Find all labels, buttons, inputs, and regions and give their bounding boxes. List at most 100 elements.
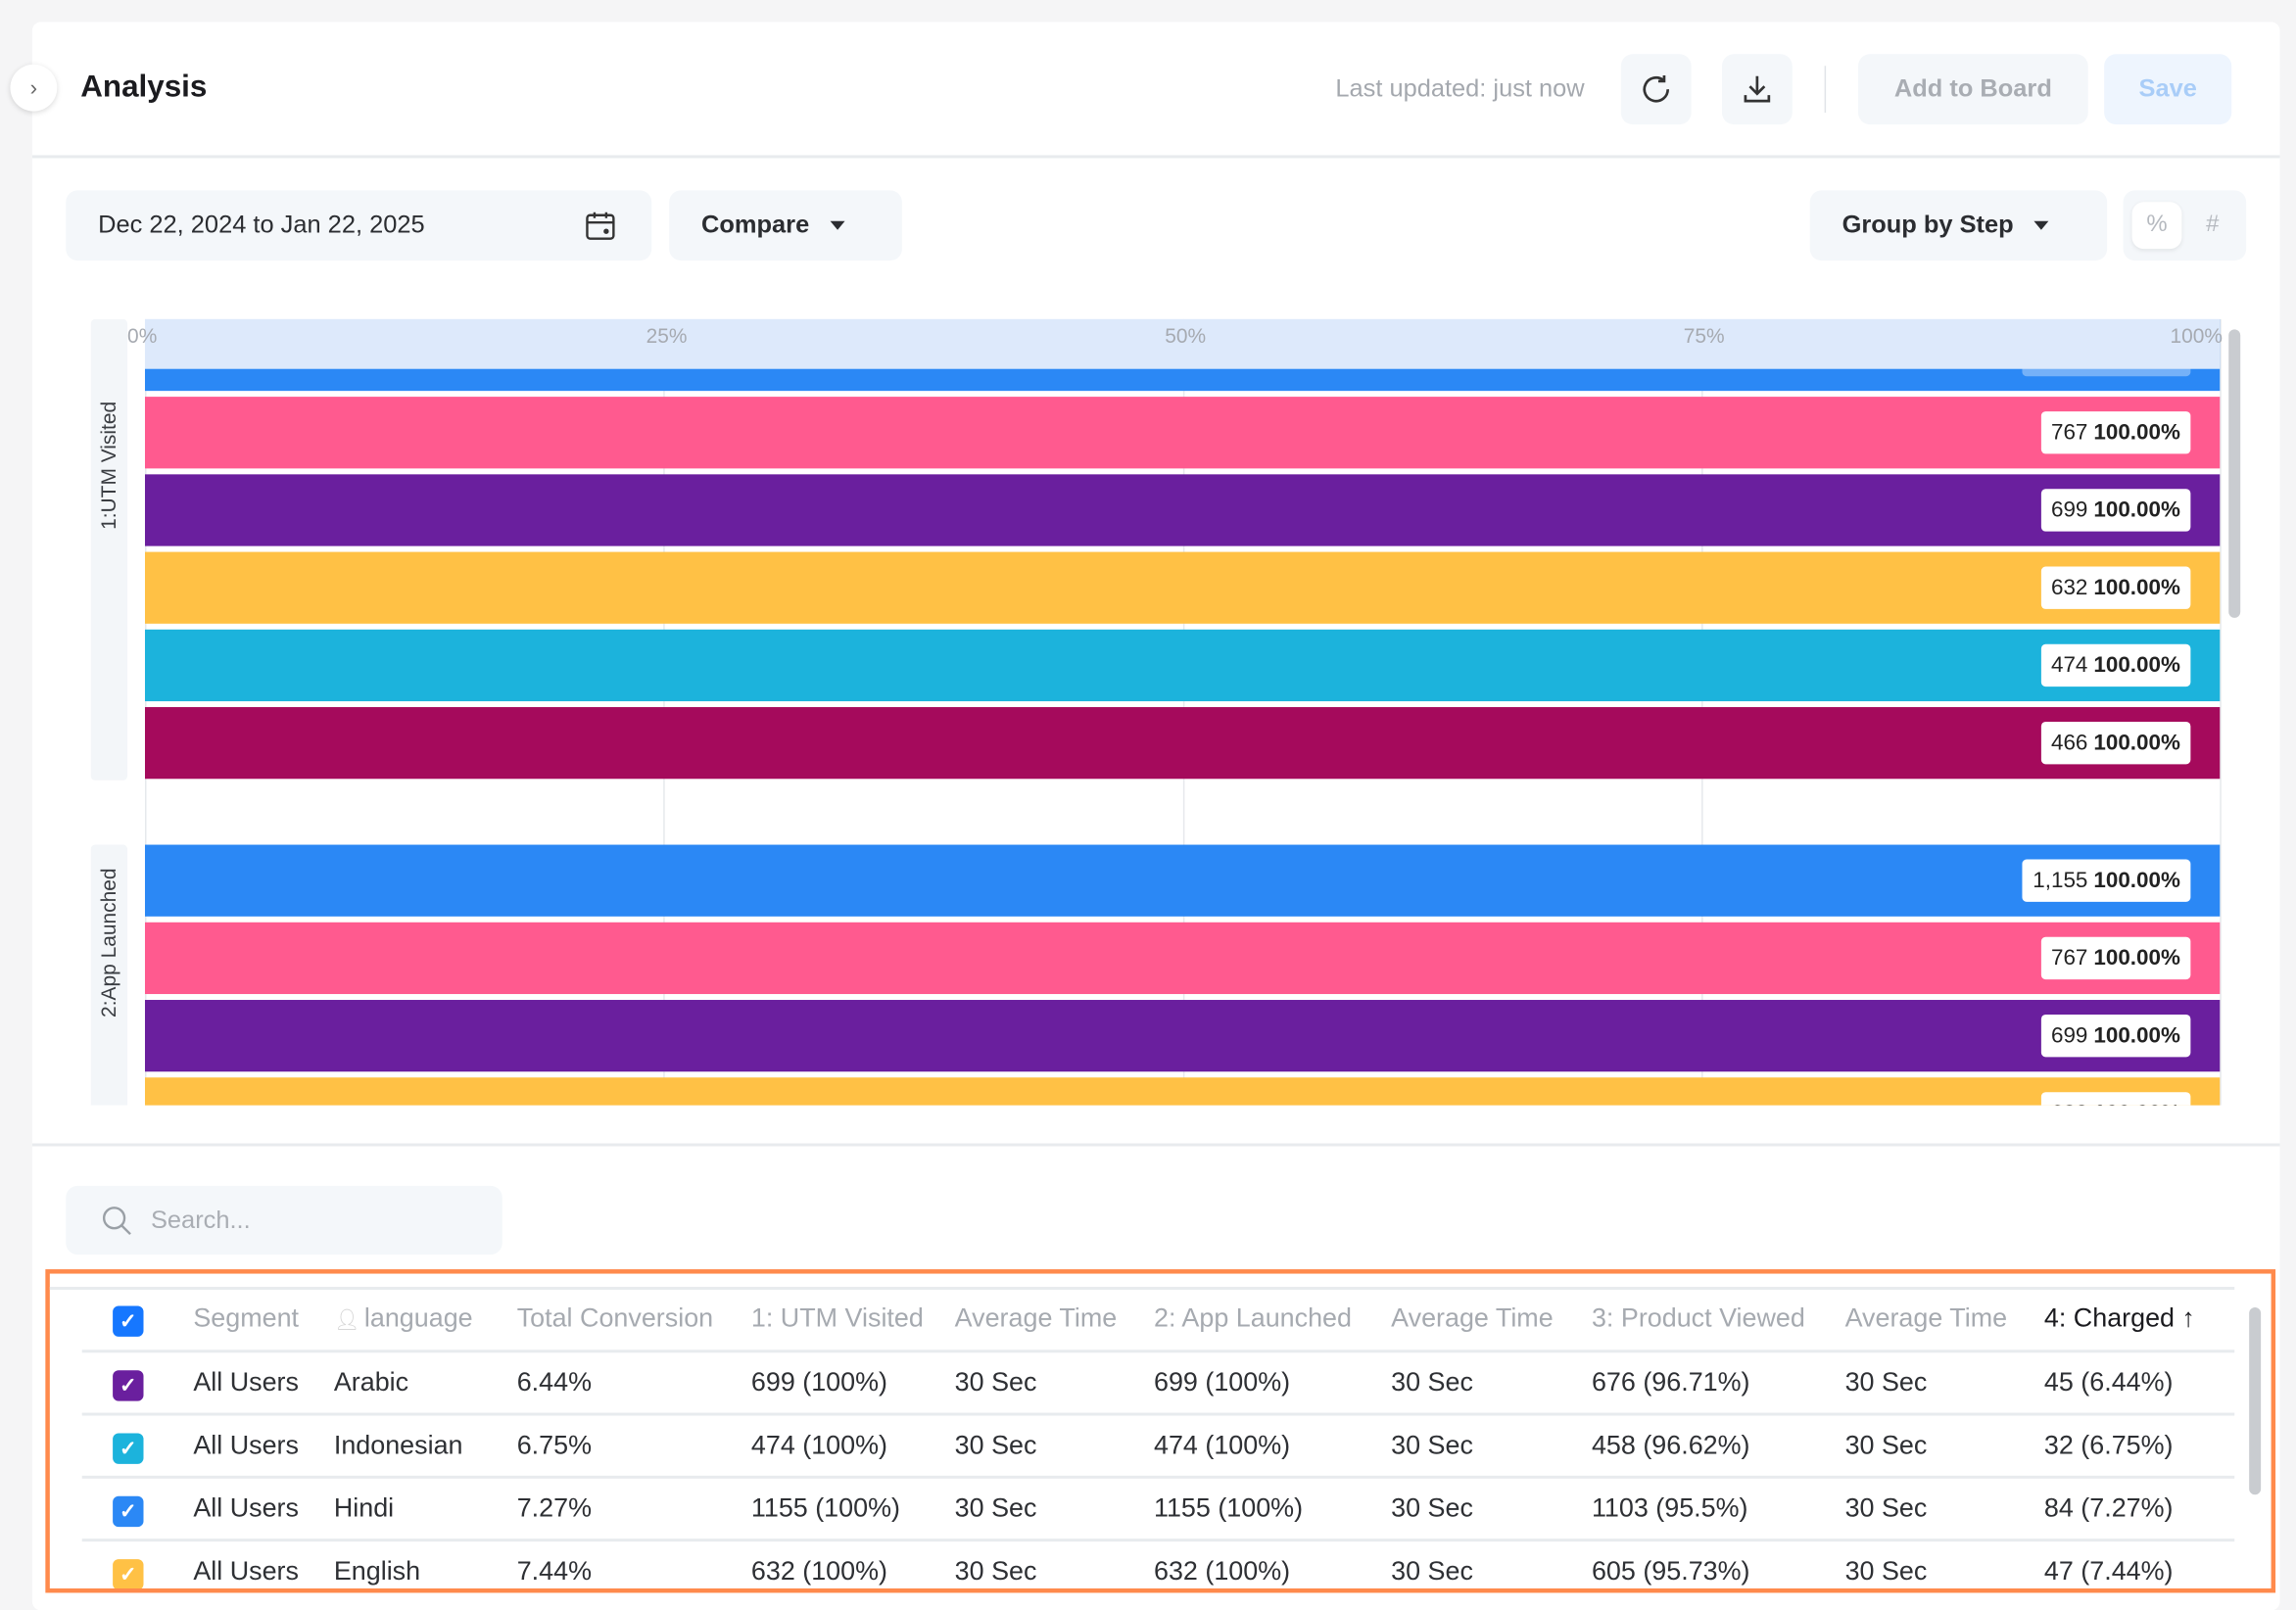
bar[interactable]: 767 100.00% xyxy=(144,397,2221,469)
table-cell: English xyxy=(333,1556,421,1586)
step-label-rail: 2:App Launched xyxy=(90,844,128,1106)
page-title: Analysis xyxy=(80,70,208,105)
table-cell: 474 (100%) xyxy=(1153,1430,1291,1460)
bar[interactable]: 767 100.00% xyxy=(144,922,2221,995)
table-scrollbar[interactable] xyxy=(2249,1306,2262,1495)
bar-percent: 100.00% xyxy=(2093,945,2180,971)
bar-percent: 100.00% xyxy=(2093,575,2180,600)
bar-percent: 100.00% xyxy=(2093,868,2180,893)
bar-count: 474 xyxy=(2050,652,2088,679)
bar[interactable]: 699 100.00% xyxy=(144,474,2221,546)
step-label-rail: 1:UTM Visited xyxy=(90,318,128,781)
step-label: 1:UTM Visited xyxy=(96,401,120,530)
bar[interactable]: 1,155100.00% xyxy=(144,844,2221,917)
table-top-line xyxy=(49,1287,2235,1291)
table-cell: 458 (96.62%) xyxy=(1591,1430,1750,1460)
table-cell: 6.44% xyxy=(516,1367,593,1397)
table-cell: All Users xyxy=(193,1430,299,1460)
column-header[interactable]: Average Time xyxy=(1391,1302,1554,1333)
bar-count: 466 xyxy=(2050,730,2088,756)
display-mode-toggle: % # xyxy=(2123,190,2247,261)
column-header[interactable]: Average Time xyxy=(955,1302,1118,1333)
table-cell: 699 (100%) xyxy=(1153,1367,1291,1397)
bar-percent: 100.00% xyxy=(2093,1022,2180,1049)
bar[interactable]: 474 100.00% xyxy=(144,629,2221,702)
table-cell: 32 (6.75%) xyxy=(2043,1430,2174,1460)
table-cell: 47 (7.44%) xyxy=(2043,1556,2174,1586)
table-cell: All Users xyxy=(193,1556,299,1586)
column-header[interactable]: 4: Charged ↑ xyxy=(2044,1302,2195,1333)
bar-label: 632100.00% xyxy=(2040,566,2191,609)
compare-label: Compare xyxy=(701,211,810,239)
select-all-checkbox[interactable]: ✓ xyxy=(113,1305,144,1337)
table-cell: 1155 (100%) xyxy=(1153,1492,1304,1523)
table-cell: 84 (7.27%) xyxy=(2043,1492,2174,1523)
table-cell: 30 Sec xyxy=(1391,1556,1473,1586)
bar-label: 699 100.00% xyxy=(2040,1014,2191,1058)
x-tick-label: 0% xyxy=(127,323,158,348)
column-header[interactable]: 2: App Launched xyxy=(1154,1302,1352,1333)
add-to-board-button[interactable]: Add to Board xyxy=(1858,54,2088,125)
gridline xyxy=(2220,318,2222,1106)
search-input[interactable]: Search... xyxy=(66,1185,502,1255)
results-table: ✓ Segment 👤︎ language Total Conversion 1: UT… xyxy=(45,1269,2276,1593)
x-tick-label: 100% xyxy=(2170,323,2223,348)
table-cell: 1155 (100%) xyxy=(750,1492,900,1523)
bar[interactable]: 466 100.00% xyxy=(144,707,2221,780)
table-cell: 1103 (95.5%) xyxy=(1591,1492,1748,1523)
toggle-count[interactable]: # xyxy=(2187,202,2237,249)
row-checkbox[interactable]: ✓ xyxy=(113,1370,144,1401)
column-header-label: 2: App Launched xyxy=(1153,1302,1352,1333)
caret-down-icon xyxy=(830,220,845,230)
download-button[interactable] xyxy=(1722,54,1793,125)
x-tick-label: 25% xyxy=(646,323,688,348)
table-cell: 30 Sec xyxy=(1391,1367,1473,1397)
bar[interactable]: 632100.00% xyxy=(144,1077,2221,1106)
table-cell: 30 Sec xyxy=(1391,1492,1473,1523)
bar-label: 767 100.00% xyxy=(2040,936,2191,980)
table-cell: 474 (100%) xyxy=(750,1430,888,1460)
column-header[interactable]: 1: UTM Visited xyxy=(751,1302,924,1333)
search-placeholder: Search... xyxy=(150,1206,251,1234)
bar[interactable]: 632100.00% xyxy=(144,551,2221,624)
bar-label: 1,155100.00% xyxy=(2022,859,2191,902)
table-cell: 30 Sec xyxy=(954,1556,1037,1586)
bar-count: 699 xyxy=(2050,497,2088,523)
save-button[interactable]: Save xyxy=(2104,54,2232,125)
expand-sidebar-button[interactable]: › xyxy=(10,64,58,112)
table-cell: All Users xyxy=(193,1367,299,1397)
table-cell: 605 (95.73%) xyxy=(1591,1556,1750,1586)
refresh-icon xyxy=(1643,74,1670,103)
column-header[interactable]: Segment xyxy=(193,1302,299,1333)
table-cell: 699 (100%) xyxy=(750,1367,888,1397)
refresh-button[interactable] xyxy=(1620,54,1692,125)
column-header[interactable]: Total Conversion xyxy=(517,1302,713,1333)
caret-down-icon xyxy=(2033,220,2049,230)
column-header-label: Segment xyxy=(193,1302,300,1333)
row-checkbox[interactable]: ✓ xyxy=(113,1559,144,1588)
bar-label: 767 100.00% xyxy=(2040,411,2191,454)
compare-dropdown[interactable]: Compare xyxy=(669,190,902,261)
table-cell: 676 (96.71%) xyxy=(1591,1367,1750,1397)
bar-count: 699 xyxy=(2050,1022,2088,1049)
bar-count: 632 xyxy=(2050,575,2088,600)
group-by-dropdown[interactable]: Group by Step xyxy=(1809,190,2108,261)
column-header[interactable]: 👤︎ language xyxy=(334,1302,473,1333)
row-divider xyxy=(81,1350,2235,1353)
date-range-picker[interactable]: Dec 22, 2024 to Jan 22, 2025 xyxy=(66,190,652,261)
column-header-label: Average Time xyxy=(954,1302,1118,1333)
row-checkbox[interactable]: ✓ xyxy=(113,1433,144,1464)
column-header-label: 3: Product Viewed xyxy=(1591,1302,1805,1333)
column-header[interactable]: 3: Product Viewed xyxy=(1592,1302,1805,1333)
chart-scrollbar[interactable] xyxy=(2228,329,2241,618)
bar-percent: 100.00% xyxy=(2093,652,2180,679)
table-cell: 6.75% xyxy=(516,1430,593,1460)
row-checkbox[interactable]: ✓ xyxy=(113,1495,144,1528)
table-cell: 45 (6.44%) xyxy=(2043,1367,2174,1397)
bar-label: 632100.00% xyxy=(2040,1092,2191,1106)
bar[interactable]: 699 100.00% xyxy=(144,1000,2221,1072)
column-header-label: 1: UTM Visited xyxy=(750,1302,924,1333)
toggle-percent[interactable]: % xyxy=(2131,202,2182,250)
row-divider xyxy=(81,1475,2235,1479)
column-header[interactable]: Average Time xyxy=(1845,1302,2008,1333)
